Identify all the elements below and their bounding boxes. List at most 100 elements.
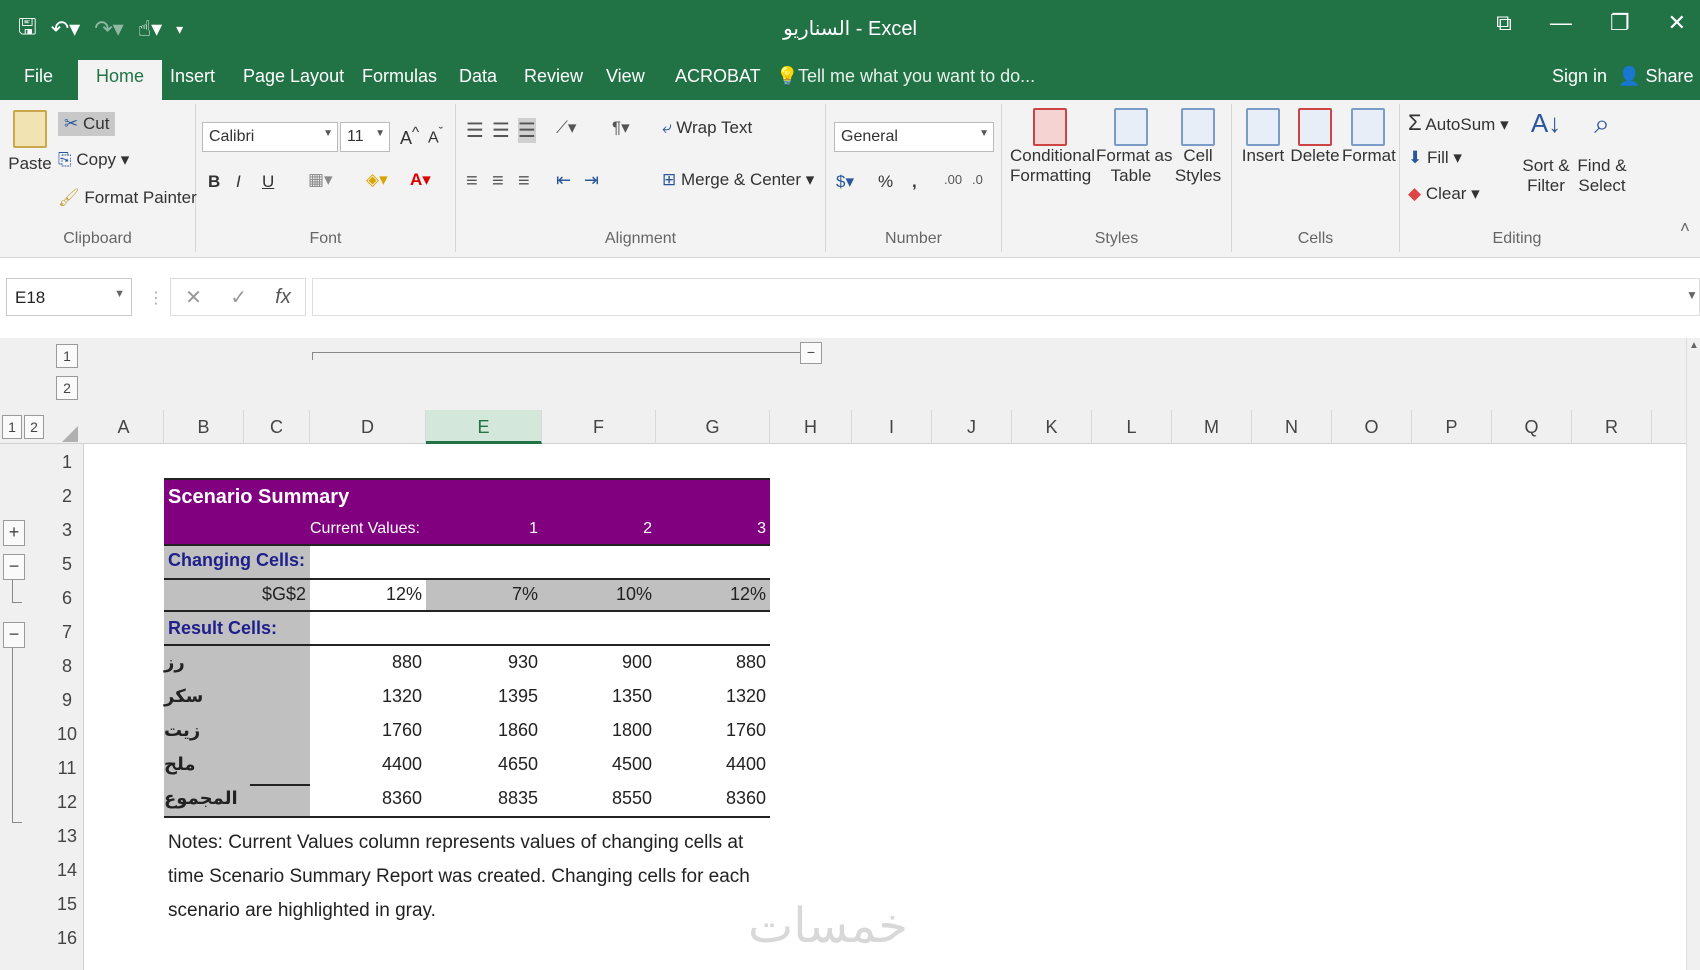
column-header-f[interactable]: F	[542, 410, 656, 444]
collapse-ribbon-icon[interactable]: ˄	[1680, 218, 1690, 238]
row-header[interactable]: 6	[52, 588, 82, 609]
close-icon[interactable]: ✕	[1668, 10, 1686, 36]
row-outline-level-1[interactable]: 1	[56, 344, 78, 368]
increase-indent-icon[interactable]: ⇥	[584, 170, 599, 191]
column-header-e[interactable]: E	[426, 410, 542, 444]
worksheet-grid[interactable]: Scenario Summary Current Values: 1 2 3 C…	[84, 444, 1686, 970]
accounting-icon[interactable]: $▾	[836, 172, 854, 192]
minimize-icon[interactable]: —	[1550, 10, 1572, 36]
fill-color-icon[interactable]: ◈▾	[366, 170, 388, 190]
column-header-n[interactable]: N	[1252, 410, 1332, 444]
font-color-icon[interactable]: A▾	[410, 170, 431, 190]
row-header[interactable]: 12	[52, 792, 82, 813]
fill-button[interactable]: ⬇ Fill ▾	[1408, 148, 1462, 168]
align-center-icon[interactable]: ≡	[492, 170, 504, 193]
clear-button[interactable]: ◆ Clear ▾	[1408, 184, 1480, 204]
italic-button[interactable]: I	[236, 172, 241, 192]
row-header[interactable]: 16	[52, 928, 82, 949]
insert-function-icon[interactable]: fx	[275, 286, 291, 309]
col-outline-level-2[interactable]: 2	[24, 415, 44, 439]
expand-group-button[interactable]: +	[3, 520, 25, 546]
tab-data[interactable]: Data	[459, 66, 497, 87]
tell-me-box[interactable]: Tell me what you want to do...	[798, 66, 1035, 87]
orientation-icon[interactable]: ⟋▾	[556, 118, 576, 138]
wrap-text-button[interactable]: ⤶ Wrap Text	[662, 118, 752, 138]
tab-acrobat[interactable]: ACROBAT	[675, 66, 761, 87]
tab-review[interactable]: Review	[524, 66, 583, 87]
tab-file[interactable]: File	[24, 66, 53, 87]
row-header[interactable]: 7	[52, 622, 82, 643]
column-header-i[interactable]: I	[852, 410, 932, 444]
column-header-j[interactable]: J	[932, 410, 1012, 444]
paste-button[interactable]: Paste	[8, 110, 52, 174]
font-family-select[interactable]: Calibri ▼	[202, 122, 338, 152]
autosum-button[interactable]: Σ AutoSum ▾	[1408, 110, 1509, 136]
row-header[interactable]: 13	[52, 826, 82, 847]
expand-formula-icon[interactable]: ▼	[1686, 288, 1698, 302]
decrease-indent-icon[interactable]: ⇤	[556, 170, 571, 191]
column-header-m[interactable]: M	[1172, 410, 1252, 444]
row-outline-level-2[interactable]: 2	[56, 376, 78, 400]
restore-icon[interactable]: ❐	[1610, 10, 1630, 36]
column-header-d[interactable]: D	[310, 410, 426, 444]
tab-view[interactable]: View	[606, 66, 645, 87]
column-header-b[interactable]: B	[164, 410, 244, 444]
column-header-q[interactable]: Q	[1492, 410, 1572, 444]
merge-center-button[interactable]: ⊞ Merge & Center ▾	[662, 170, 814, 190]
borders-icon[interactable]: ▦▾	[308, 170, 333, 190]
bottom-align-icon[interactable]: ☰	[518, 118, 536, 143]
underline-button[interactable]: U	[262, 172, 274, 192]
format-cells-button[interactable]: Format	[1342, 108, 1396, 166]
sign-in-link[interactable]: Sign in	[1552, 66, 1607, 87]
row-header[interactable]: 11	[52, 758, 82, 779]
font-size-select[interactable]: 11 ▼	[340, 122, 390, 152]
increase-decimal-icon[interactable]: .00	[944, 172, 962, 187]
share-button[interactable]: 👤 Share	[1618, 66, 1693, 87]
column-header-p[interactable]: P	[1412, 410, 1492, 444]
enter-icon[interactable]: ✓	[230, 285, 247, 310]
insert-cells-button[interactable]: Insert	[1238, 108, 1288, 166]
column-header-r[interactable]: R	[1572, 410, 1652, 444]
align-right-icon[interactable]: ≡	[518, 170, 530, 193]
row-header[interactable]: 9	[52, 690, 82, 711]
percent-button[interactable]: %	[878, 172, 893, 192]
col-outline-level-1[interactable]: 1	[2, 415, 22, 439]
row-header[interactable]: 15	[52, 894, 82, 915]
comma-button[interactable]: ,	[912, 172, 917, 192]
format-painter-button[interactable]: 🖌 Format Painter	[58, 188, 197, 208]
cell-styles-button[interactable]: Cell Styles	[1170, 108, 1226, 186]
tab-insert[interactable]: Insert	[170, 66, 215, 87]
name-box[interactable]: E18 ▼	[6, 278, 132, 316]
shrink-font-icon[interactable]: Aˇ	[428, 124, 443, 147]
bold-button[interactable]: B	[208, 172, 220, 192]
delete-cells-button[interactable]: Delete	[1290, 108, 1340, 166]
column-header-k[interactable]: K	[1012, 410, 1092, 444]
conditional-formatting-button[interactable]: Conditional Formatting	[1010, 108, 1095, 186]
row-header[interactable]: 14	[52, 860, 82, 881]
vertical-scrollbar[interactable]: ▲	[1686, 338, 1700, 970]
tab-formulas[interactable]: Formulas	[362, 66, 437, 87]
sort-filter-button[interactable]: A↓ Sort & Filter	[1520, 108, 1572, 196]
rtl-icon[interactable]: ¶▾	[612, 118, 630, 138]
row-header[interactable]: 5	[52, 554, 82, 575]
tab-home[interactable]: Home	[78, 60, 163, 100]
collapse-columns-button[interactable]: −	[800, 342, 822, 364]
column-header-h[interactable]: H	[770, 410, 852, 444]
column-header-a[interactable]: A	[84, 410, 164, 444]
row-header[interactable]: 10	[52, 724, 82, 745]
ribbon-display-icon[interactable]: ⧉	[1496, 10, 1512, 36]
decrease-decimal-icon[interactable]: .0	[972, 172, 983, 187]
copy-button[interactable]: ⎘ Copy ▾	[58, 150, 129, 170]
format-as-table-button[interactable]: Format as Table	[1096, 108, 1173, 186]
column-header-l[interactable]: L	[1092, 410, 1172, 444]
formula-input[interactable]	[312, 278, 1700, 316]
row-header[interactable]: 1	[52, 452, 82, 473]
scroll-up-icon[interactable]: ▲	[1689, 340, 1699, 351]
cut-button[interactable]: ✂ Cut	[58, 112, 116, 136]
column-header-c[interactable]: C	[244, 410, 310, 444]
middle-align-icon[interactable]: ☰	[492, 118, 510, 143]
cancel-icon[interactable]: ✕	[185, 285, 202, 310]
column-header-o[interactable]: O	[1332, 410, 1412, 444]
select-all-icon[interactable]	[62, 426, 78, 442]
tab-page-layout[interactable]: Page Layout	[243, 66, 344, 87]
